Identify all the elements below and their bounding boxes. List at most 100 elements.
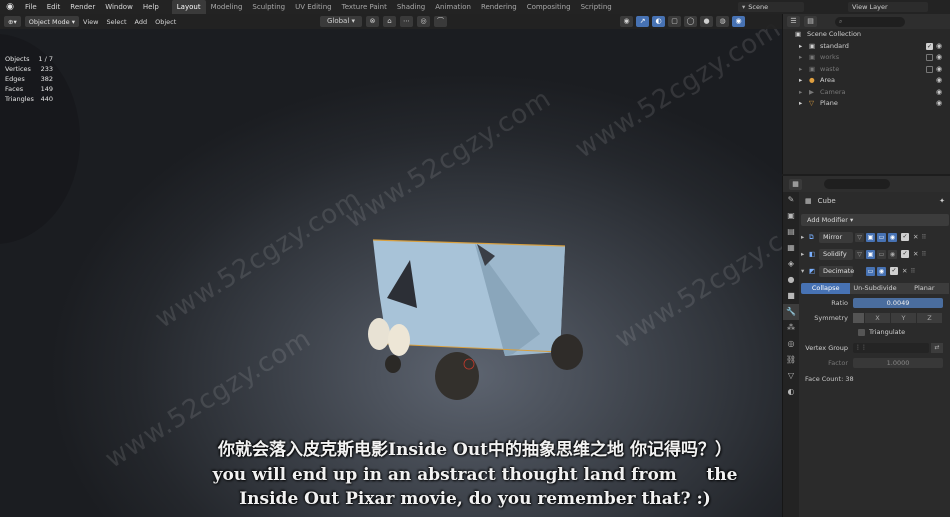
eye-icon[interactable]: ◉ (936, 87, 942, 99)
falloff-icon[interactable]: ⌒ (434, 16, 447, 27)
tab-shading[interactable]: Shading (392, 0, 430, 14)
outliner-item-works[interactable]: ▸ ▣ works ◉ (783, 52, 950, 64)
menu-render[interactable]: Render (65, 0, 100, 14)
snap-icon[interactable]: ⌂ (383, 16, 396, 27)
vp-menu-select[interactable]: Select (102, 18, 130, 26)
include-checkbox[interactable] (926, 54, 933, 61)
render-tab-icon[interactable]: ▣ (783, 208, 799, 224)
pin-icon[interactable]: ✦ (939, 197, 945, 205)
axis-y-button[interactable]: Y (891, 313, 917, 323)
blender-logo-icon[interactable]: ◉ (4, 1, 16, 13)
viewport-display-icon[interactable]: ▭ (877, 232, 886, 242)
modifier-tab-icon[interactable]: 🔧 (783, 304, 799, 320)
ratio-field[interactable]: 0.0049 (853, 298, 943, 308)
edit-cage-icon[interactable]: ▽ (855, 232, 864, 242)
edit-cage-icon[interactable]: ▽ (855, 249, 864, 259)
pivot-icon[interactable]: ⊗ (366, 16, 379, 27)
object-tab-icon[interactable]: ■ (783, 288, 799, 304)
edit-mode-icon[interactable]: ▣ (866, 232, 875, 242)
outliner-item-area[interactable]: ▸ ● Area ◉ (783, 75, 950, 87)
tab-texture-paint[interactable]: Texture Paint (337, 0, 392, 14)
render-display-icon[interactable]: ◉ (877, 266, 886, 276)
snap-target-icon[interactable]: ⋯ (400, 16, 413, 27)
tab-animation[interactable]: Animation (430, 0, 476, 14)
outliner-item-standard[interactable]: ▸ ▣ standard ✓ ◉ (783, 41, 950, 53)
remove-modifier-icon[interactable]: ✕ (902, 267, 907, 275)
factor-field[interactable]: 1.0000 (853, 358, 943, 368)
menu-help[interactable]: Help (138, 0, 164, 14)
tab-layout[interactable]: Layout (171, 0, 206, 14)
remove-modifier-icon[interactable]: ✕ (913, 250, 918, 258)
properties-search-input[interactable] (824, 179, 890, 189)
tab-sculpting[interactable]: Sculpting (247, 0, 290, 14)
expand-icon[interactable]: ▸ (799, 98, 802, 110)
add-modifier-button[interactable]: Add Modifier ▾ (801, 214, 949, 226)
expand-icon[interactable]: ▸ (799, 52, 802, 64)
vp-menu-add[interactable]: Add (131, 18, 152, 26)
eye-icon[interactable]: ◉ (936, 52, 942, 64)
expand-icon[interactable]: ▸ (799, 75, 802, 87)
mode-select[interactable]: Object Mode ▾ (24, 16, 80, 27)
axis-z-button[interactable]: Z (917, 313, 943, 323)
vp-menu-object[interactable]: Object (151, 18, 180, 26)
scene-tab-icon[interactable]: ◈ (783, 256, 799, 272)
include-checkbox[interactable]: ✓ (926, 42, 933, 50)
overlay-icon[interactable]: ◐ (652, 16, 665, 27)
triangulate-row[interactable]: Triangulate (801, 326, 949, 338)
apply-checkbox[interactable]: ✓ (901, 233, 909, 241)
outliner-item-waste[interactable]: ▸ ▣ waste ◉ (783, 64, 950, 76)
orientation-select[interactable]: Global ▾ (320, 16, 362, 27)
outliner-item-plane[interactable]: ▸ ▽ Plane ◉ (783, 98, 950, 110)
tab-rendering[interactable]: Rendering (476, 0, 522, 14)
mode-planar-button[interactable]: Planar (899, 283, 949, 294)
shading-rendered-icon[interactable]: ◉ (732, 16, 745, 27)
include-checkbox[interactable] (926, 65, 933, 73)
eye-icon[interactable]: ◉ (936, 41, 942, 53)
expand-icon[interactable]: ▸ (799, 41, 802, 53)
invert-icon[interactable]: ⇄ (931, 343, 943, 353)
render-display-icon[interactable]: ◉ (888, 232, 897, 242)
tab-uv-editing[interactable]: UV Editing (290, 0, 337, 14)
tab-compositing[interactable]: Compositing (522, 0, 576, 14)
menu-edit[interactable]: Edit (42, 0, 66, 14)
apply-checkbox[interactable]: ✓ (890, 267, 898, 275)
constraints-tab-icon[interactable]: ⛓ (783, 352, 799, 368)
tab-modeling[interactable]: Modeling (206, 0, 248, 14)
output-tab-icon[interactable]: ▤ (783, 224, 799, 240)
view-layer-tab-icon[interactable]: ▦ (783, 240, 799, 256)
viewport-display-icon[interactable]: ▭ (866, 266, 875, 276)
modifier-name-field[interactable]: Decimate (819, 265, 854, 277)
outliner-search-input[interactable]: ⌕ (835, 16, 905, 27)
expand-icon[interactable]: ▸ (801, 233, 809, 241)
outliner-item-camera[interactable]: ▸ ▶ Camera ◉ (783, 87, 950, 99)
edit-mode-icon[interactable]: ▣ (866, 249, 875, 259)
visibility-icon[interactable]: ◉ (620, 16, 633, 27)
material-tab-icon[interactable]: ◐ (783, 384, 799, 400)
eye-icon[interactable]: ◉ (936, 64, 942, 76)
mode-collapse-button[interactable]: Collapse (801, 283, 851, 294)
modifier-name-field[interactable]: Mirror (819, 231, 853, 243)
eye-icon[interactable]: ◉ (936, 98, 942, 110)
vp-menu-view[interactable]: View (79, 18, 102, 26)
collapse-icon[interactable]: ▾ (801, 267, 809, 275)
view-layer-selector[interactable]: View Layer (848, 2, 928, 12)
shading-wireframe-icon[interactable]: ◯ (684, 16, 697, 27)
symmetry-checkbox[interactable] (853, 313, 865, 323)
outliner-item-scene-collection[interactable]: ▣ Scene Collection (783, 29, 950, 41)
drag-handle-icon[interactable]: ⠿ (910, 267, 915, 275)
mode-unsubdivide-button[interactable]: Un-Subdivide (850, 283, 900, 294)
particles-tab-icon[interactable]: ⁂ (783, 320, 799, 336)
menu-file[interactable]: File (20, 0, 42, 14)
viewport-display-icon[interactable]: ▭ (877, 249, 886, 259)
properties-editor-icon[interactable]: ▦ (789, 178, 802, 190)
remove-modifier-icon[interactable]: ✕ (913, 233, 918, 241)
shading-material-icon[interactable]: ◍ (716, 16, 729, 27)
outliner-editor-icon[interactable]: ☰ (787, 16, 800, 27)
editor-type-button[interactable]: ⊕▾ (4, 16, 21, 27)
drag-handle-icon[interactable]: ⠿ (921, 233, 926, 241)
car-model[interactable] (355, 224, 595, 404)
scene-selector[interactable]: ▾ Scene (738, 2, 804, 12)
triangulate-checkbox[interactable] (858, 328, 865, 336)
expand-icon[interactable]: ▸ (799, 64, 802, 76)
render-display-icon[interactable]: ◉ (888, 249, 897, 259)
